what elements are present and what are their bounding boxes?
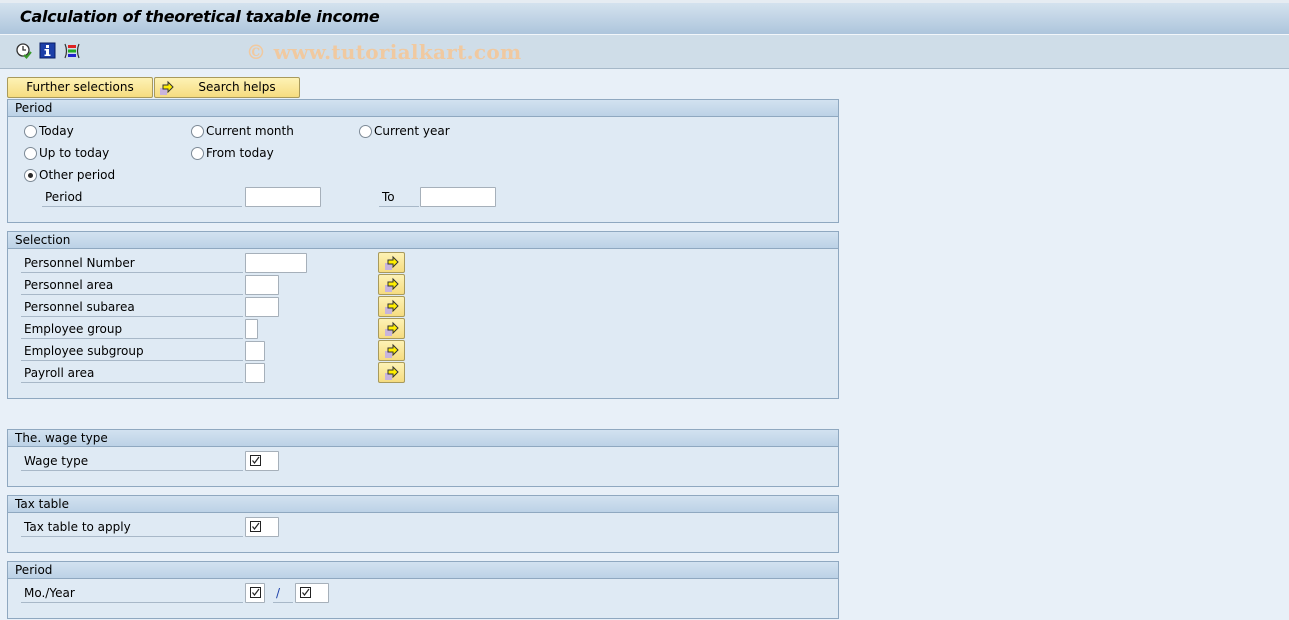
required-field-icon bbox=[250, 587, 261, 598]
arrow-right-icon bbox=[385, 255, 399, 270]
selection-group-title: Selection bbox=[8, 232, 838, 249]
personnel-subarea-input[interactable] bbox=[245, 297, 279, 317]
personnel-number-label: Personnel Number bbox=[21, 254, 243, 273]
period-group: Period Today Current month Current year … bbox=[7, 99, 839, 223]
radio-current-month[interactable] bbox=[191, 125, 204, 138]
period-from-label: Period bbox=[42, 188, 242, 207]
radio-up-to-today[interactable] bbox=[24, 147, 37, 160]
personnel-subarea-multiple-selection-button[interactable] bbox=[378, 296, 405, 317]
wage-type-input[interactable] bbox=[245, 451, 279, 471]
month-year-separator: / bbox=[273, 584, 293, 603]
search-helps-button[interactable]: Search helps bbox=[154, 77, 300, 98]
radio-from-today-label: From today bbox=[206, 146, 274, 160]
arrow-right-icon bbox=[385, 365, 399, 380]
further-selections-button[interactable]: Further selections bbox=[7, 77, 153, 98]
period-month-year-group-title: Period bbox=[8, 562, 838, 579]
selection-group: Selection Personnel Number Personnel are… bbox=[7, 231, 839, 399]
tax-table-group: Tax table Tax table to apply bbox=[7, 495, 839, 553]
arrow-right-icon bbox=[385, 321, 399, 336]
period-to-label: To bbox=[379, 188, 419, 207]
required-field-icon bbox=[250, 455, 261, 466]
personnel-number-input[interactable] bbox=[245, 253, 307, 273]
radio-current-year[interactable] bbox=[359, 125, 372, 138]
wage-type-group-title: The. wage type bbox=[8, 430, 838, 447]
month-input[interactable] bbox=[245, 583, 265, 603]
wage-type-label: Wage type bbox=[21, 452, 243, 471]
tax-table-input[interactable] bbox=[245, 517, 279, 537]
radio-from-today[interactable] bbox=[191, 147, 204, 160]
employee-group-input[interactable] bbox=[245, 319, 258, 339]
required-field-icon bbox=[250, 521, 261, 532]
search-helps-label: Search helps bbox=[198, 80, 276, 94]
period-to-input[interactable] bbox=[420, 187, 496, 207]
radio-other-period[interactable] bbox=[24, 169, 37, 182]
employee-group-multiple-selection-button[interactable] bbox=[378, 318, 405, 339]
title-bar: Calculation of theoretical taxable incom… bbox=[0, 0, 1289, 35]
period-group-title: Period bbox=[8, 100, 838, 117]
radio-current-month-label: Current month bbox=[206, 124, 294, 138]
execute-clock-icon[interactable] bbox=[15, 42, 33, 60]
wage-type-group: The. wage type Wage type bbox=[7, 429, 839, 487]
arrow-right-icon bbox=[385, 343, 399, 358]
period-from-input[interactable] bbox=[245, 187, 321, 207]
tax-table-group-title: Tax table bbox=[8, 496, 838, 513]
employee-subgroup-label: Employee subgroup bbox=[21, 342, 243, 361]
radio-current-year-label: Current year bbox=[374, 124, 450, 138]
further-selections-label: Further selections bbox=[26, 80, 134, 94]
personnel-area-label: Personnel area bbox=[21, 276, 243, 295]
personnel-area-input[interactable] bbox=[245, 275, 279, 295]
watermark: © www.tutorialkart.com bbox=[246, 40, 522, 64]
employee-group-label: Employee group bbox=[21, 320, 243, 339]
required-field-icon bbox=[300, 587, 311, 598]
year-input[interactable] bbox=[295, 583, 329, 603]
arrow-right-icon bbox=[385, 277, 399, 292]
payroll-area-label: Payroll area bbox=[21, 364, 243, 383]
radio-other-period-label: Other period bbox=[39, 168, 116, 182]
employee-subgroup-input[interactable] bbox=[245, 341, 265, 361]
tax-table-label: Tax table to apply bbox=[21, 518, 243, 537]
employee-subgroup-multiple-selection-button[interactable] bbox=[378, 340, 405, 361]
payroll-area-multiple-selection-button[interactable] bbox=[378, 362, 405, 383]
radio-up-to-today-label: Up to today bbox=[39, 146, 110, 160]
arrow-right-icon bbox=[385, 299, 399, 314]
radio-today[interactable] bbox=[24, 125, 37, 138]
personnel-subarea-label: Personnel subarea bbox=[21, 298, 243, 317]
selection-options-icon[interactable] bbox=[63, 42, 81, 60]
application-toolbar: © www.tutorialkart.com bbox=[0, 35, 1289, 69]
arrow-right-icon bbox=[159, 80, 175, 96]
personnel-number-multiple-selection-button[interactable] bbox=[378, 252, 405, 273]
month-year-label: Mo./Year bbox=[21, 584, 243, 603]
info-icon[interactable] bbox=[39, 42, 57, 60]
page-title: Calculation of theoretical taxable incom… bbox=[20, 7, 380, 26]
payroll-area-input[interactable] bbox=[245, 363, 265, 383]
period-month-year-group: Period Mo./Year / bbox=[7, 561, 839, 619]
personnel-area-multiple-selection-button[interactable] bbox=[378, 274, 405, 295]
radio-today-label: Today bbox=[39, 124, 74, 138]
